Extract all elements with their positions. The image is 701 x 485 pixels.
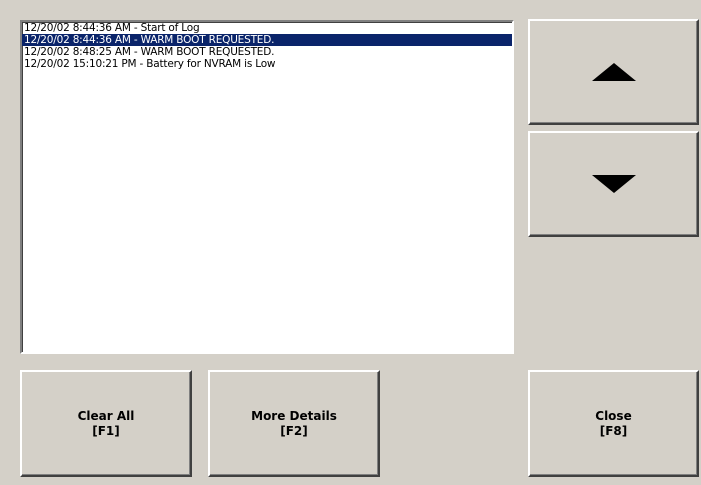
more-details-key: [F2] [280,423,308,438]
clear-all-button[interactable]: Clear All [F1] [20,370,192,477]
up-arrow-icon [591,63,636,81]
close-key: [F8] [599,423,628,438]
more-details-button[interactable]: More Details [F2] [208,370,380,477]
scroll-down-button[interactable] [528,131,699,237]
clear-all-label: Clear All [77,408,135,423]
clear-all-key: [F1] [92,423,120,438]
log-entry[interactable]: 12/20/02 8:48:25 AM - WARM BOOT REQUESTE… [22,46,512,58]
scroll-up-button[interactable] [528,19,699,125]
more-details-label: More Details [251,408,337,423]
log-entry[interactable]: 12/20/02 8:44:36 AM - Start of Log [22,22,512,34]
log-list[interactable]: 12/20/02 8:44:36 AM - Start of Log 12/20… [20,20,514,354]
close-label: Close [595,408,632,423]
down-arrow-icon [591,175,636,193]
log-entry-selected[interactable]: 12/20/02 8:44:36 AM - WARM BOOT REQUESTE… [22,34,512,46]
alarm-log-window: 12/20/02 8:44:36 AM - Start of Log 12/20… [0,0,701,485]
log-entry[interactable]: 12/20/02 15:10:21 PM - Battery for NVRAM… [22,58,512,70]
close-button[interactable]: Close [F8] [528,370,699,477]
